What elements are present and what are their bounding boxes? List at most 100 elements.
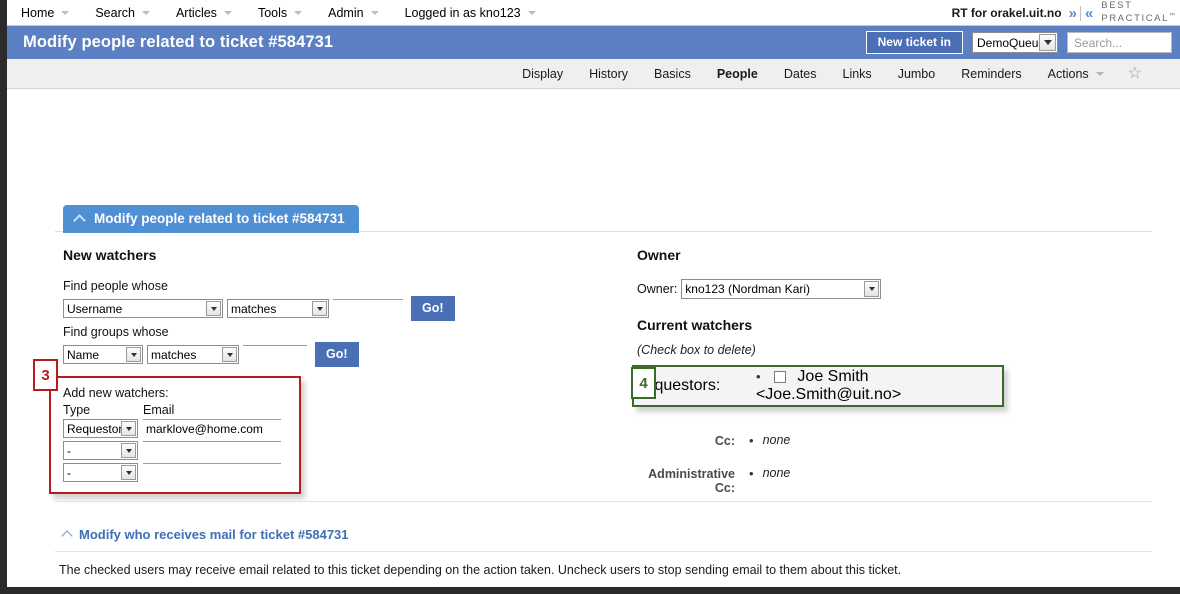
find-people-row: Username matches Go! [63, 296, 583, 321]
groups-operator-value: matches [151, 347, 197, 362]
watcher-email-input[interactable] [143, 463, 281, 482]
chevron-down-icon [294, 10, 303, 15]
add-new-watchers-columns: Type Email [63, 403, 289, 417]
add-new-watchers-heading: Add new watchers: [63, 386, 169, 400]
best-practical-logo: BEST PRACTICAL™ [1101, 1, 1175, 24]
add-new-watchers-box: Add new watchers: Type Email Requestor m… [49, 376, 301, 494]
search-input[interactable]: Search... [1067, 32, 1172, 53]
chevron-down-icon [864, 281, 880, 297]
watcher-email-input[interactable]: marklove@home.com [143, 419, 281, 438]
menu-item-label: Admin [328, 5, 364, 20]
tab-dates[interactable]: Dates [784, 67, 817, 81]
panel-header-modify-people[interactable]: Modify people related to ticket #584731 [63, 205, 359, 233]
people-search-input[interactable] [333, 299, 403, 318]
watcher-cc-value: none [762, 433, 791, 447]
groups-operator-select[interactable]: matches [147, 345, 239, 364]
new-watchers-section: New watchers Find people whose Username … [63, 247, 583, 371]
tab-label: Dates [783, 66, 817, 81]
groups-field-value: Name [67, 347, 100, 362]
people-operator-value: matches [231, 301, 277, 316]
tab-display[interactable]: Display [522, 67, 563, 81]
tab-label: Display [522, 66, 564, 81]
tab-label: Jumbo [897, 66, 936, 81]
menu-item-tools[interactable]: Tools [257, 5, 303, 20]
tab-history[interactable]: History [589, 67, 628, 81]
watcher-email-input[interactable] [143, 441, 281, 460]
mail-section-description: The checked users may receive email rela… [59, 563, 902, 577]
chevron-down-icon [61, 10, 70, 15]
watcher-email-value: marklove@home.com [146, 422, 263, 436]
watcher-label-admin-cc: Administrative Cc: [648, 467, 735, 495]
find-groups-row: Name matches Go! [63, 342, 583, 367]
logo-line-2: PRACTICAL™ [1101, 13, 1175, 25]
bullet-icon: • [749, 465, 754, 481]
section-divider [55, 501, 1152, 502]
groups-go-button[interactable]: Go! [315, 342, 359, 367]
watcher-value-admin-cc: • none [749, 466, 790, 480]
ticket-nav-bar: Display History Basics People Dates Link… [7, 59, 1180, 89]
menu-item-articles[interactable]: Articles [176, 6, 232, 20]
watcher-type-select[interactable]: Requestor [63, 419, 138, 438]
menu-item-label: Tools [257, 5, 288, 20]
people-operator-select[interactable]: matches [227, 299, 329, 318]
menu-item-search[interactable]: Search [95, 6, 150, 20]
watcher-type-select[interactable]: - [63, 441, 138, 460]
chevron-down-icon [141, 10, 150, 15]
add-new-watchers-block: Add new watchers: Type Email Requestor m… [49, 376, 301, 494]
tab-links[interactable]: Links [843, 67, 872, 81]
people-go-button[interactable]: Go! [411, 296, 455, 321]
menu-item-admin[interactable]: Admin [328, 5, 379, 20]
groups-search-input[interactable] [243, 345, 307, 364]
watcher-value-requestors: • Joe Smith <Joe.Smith@uit.no> [756, 368, 1002, 404]
tab-jumbo[interactable]: Jumbo [898, 67, 936, 81]
chevron-double-left-icon[interactable]: « [1079, 5, 1093, 21]
chevron-down-icon [527, 10, 536, 15]
top-bar-right: RT for orakel.uit.no » « BEST PRACTICAL™ [952, 0, 1180, 26]
chevron-down-icon [206, 301, 221, 316]
current-watchers-note: (Check box to delete) [637, 343, 756, 357]
owner-row: Owner: kno123 (Nordman Kari) [637, 279, 1137, 299]
column-header-email: Email [143, 403, 175, 417]
add-watcher-row: - [63, 463, 289, 482]
logo-line-1: BEST [1101, 0, 1133, 12]
tab-label: History [589, 66, 629, 81]
tab-reminders[interactable]: Reminders [961, 67, 1021, 81]
chevron-up-icon [61, 530, 73, 542]
tab-actions[interactable]: Actions [1048, 67, 1104, 81]
menu-item-home[interactable]: Home [21, 5, 70, 20]
mail-section-header[interactable]: Modify who receives mail for ticket #584… [61, 527, 349, 542]
chevron-double-right-icon[interactable]: » [1069, 6, 1077, 21]
chevron-down-icon [223, 10, 232, 15]
queue-select[interactable]: DemoQueue [972, 32, 1058, 53]
mail-section-title: Modify who receives mail for ticket #584… [79, 527, 349, 542]
watcher-type-value: - [67, 465, 71, 480]
find-groups-label: Find groups whose [63, 325, 169, 339]
new-ticket-button[interactable]: New ticket in [865, 31, 963, 54]
column-header-type: Type [63, 403, 91, 417]
requestor-delete-checkbox[interactable] [773, 370, 786, 383]
chevron-up-icon [73, 213, 86, 227]
add-watcher-row: - [63, 441, 289, 460]
trademark-icon: ™ [1169, 13, 1175, 20]
watcher-row-admin-cc: Administrative Cc: • none [637, 466, 1137, 495]
search-placeholder: Search... [1074, 35, 1123, 50]
watcher-admin-cc-value: none [762, 466, 791, 480]
tab-label: People [716, 66, 758, 81]
annotation-marker-4: 4 [631, 367, 656, 399]
tab-people[interactable]: People [717, 67, 758, 81]
menu-item-label: Home [21, 5, 55, 20]
chevron-down-icon [1039, 34, 1056, 51]
groups-field-select[interactable]: Name [63, 345, 143, 364]
requestors-highlight-block: Requestors: • Joe Smith <Joe.Smith@uit.n… [632, 365, 1004, 407]
tab-basics[interactable]: Basics [654, 67, 691, 81]
star-icon[interactable]: ☆ [1128, 65, 1142, 82]
watcher-label-cc: Cc: [714, 434, 735, 448]
people-field-select[interactable]: Username [63, 299, 223, 318]
mail-section-divider [55, 551, 1152, 552]
watcher-type-select[interactable]: - [63, 463, 138, 482]
owner-select[interactable]: kno123 (Nordman Kari) [681, 279, 882, 299]
menu-item-logged-in-as[interactable]: Logged in as kno123 [405, 6, 536, 20]
watcher-type-value: - [67, 443, 71, 458]
tab-label: Links [842, 66, 872, 81]
menu-item-label: Search [95, 5, 135, 20]
